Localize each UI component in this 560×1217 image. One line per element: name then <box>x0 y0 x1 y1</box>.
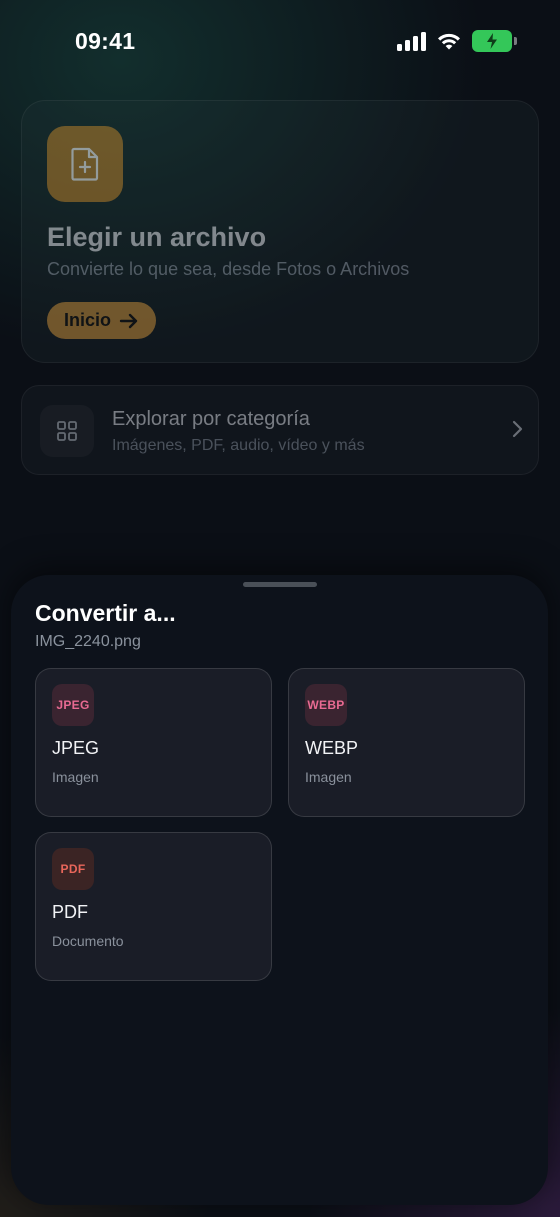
hero-title: Elegir un archivo <box>47 222 267 252</box>
explore-category-card[interactable]: Explorar por categoría Imágenes, PDF, au… <box>21 385 539 475</box>
format-name: PDF <box>52 902 88 922</box>
format-badge: WEBP <box>305 684 347 726</box>
format-name: JPEG <box>52 738 100 758</box>
sheet-filename: IMG_2240.png <box>35 633 141 650</box>
chevron-right-icon <box>512 420 523 438</box>
explore-subtitle: Imágenes, PDF, audio, vídeo y más <box>112 437 365 454</box>
file-add-icon <box>47 126 123 202</box>
start-button[interactable]: Inicio <box>47 302 157 339</box>
choose-file-card[interactable]: Elegir un archivo Convierte lo que sea, … <box>21 100 539 363</box>
sheet-title: Convertir a... <box>35 600 176 626</box>
format-name: WEBP <box>305 738 359 758</box>
format-card-pdf[interactable]: PDF PDF Documento <box>35 832 272 981</box>
format-type: Imagen <box>52 769 99 785</box>
hero-subtitle: Convierte lo que sea, desde Fotos o Arch… <box>47 259 410 279</box>
start-button-label: Inicio <box>64 310 112 330</box>
format-type: Imagen <box>305 769 352 785</box>
format-badge: JPEG <box>52 684 94 726</box>
grid-icon <box>40 405 94 457</box>
format-type: Documento <box>52 933 124 949</box>
sheet-grabber[interactable] <box>243 582 317 587</box>
format-badge: PDF <box>52 848 94 890</box>
explore-title: Explorar por categoría <box>112 408 310 430</box>
arrow-right-icon <box>119 313 138 328</box>
format-card-jpeg[interactable]: JPEG JPEG Imagen <box>35 668 272 817</box>
convert-sheet[interactable]: Convertir a... IMG_2240.png JPEG JPEG Im… <box>11 575 548 1205</box>
format-card-webp[interactable]: WEBP WEBP Imagen <box>288 668 525 817</box>
